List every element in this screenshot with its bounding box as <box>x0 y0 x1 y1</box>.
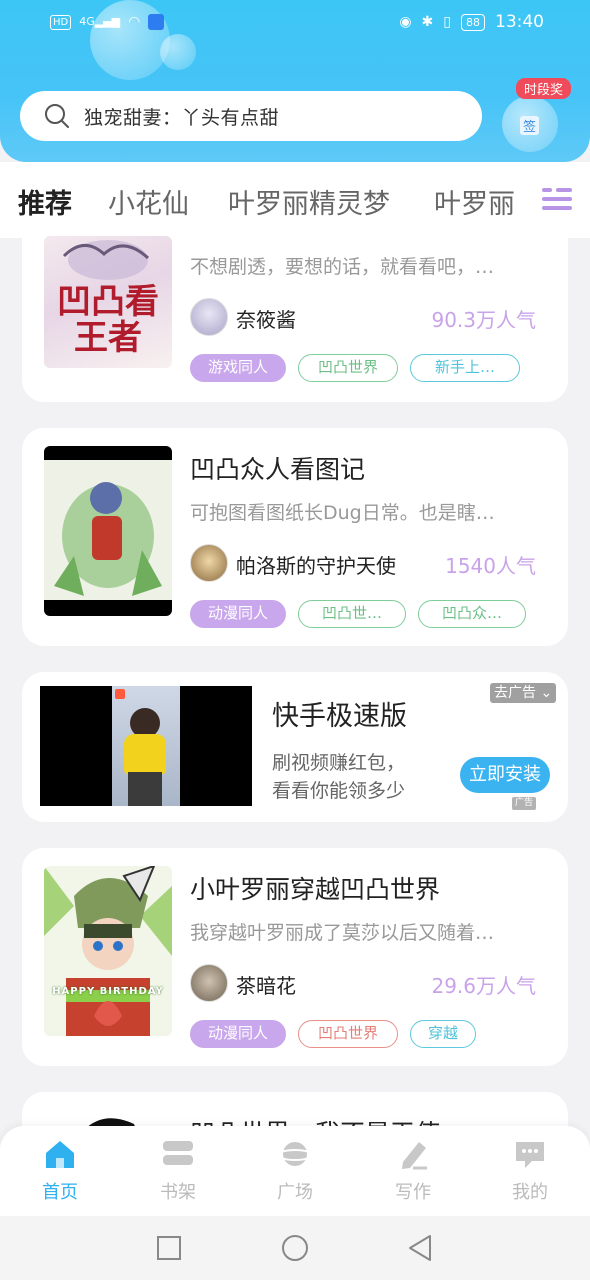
remove-ad-label: 去广告 <box>494 685 536 701</box>
header: HD 4G▂▄▆ ◠ ◉ ✱ ▯ 88 13:40 独宠甜妻：丫头有点甜 时段奖… <box>0 0 590 162</box>
status-left: HD 4G▂▄▆ ◠ <box>50 13 165 31</box>
nav-label: 广场 <box>277 1182 313 1203</box>
author-name: 帕洛斯的守护天使 <box>236 554 396 578</box>
book-card[interactable]: 凹凸众人看图记 可抱图看图纸长Dug日常。也是瞎… 帕洛斯的守护天使 1540人… <box>22 428 568 646</box>
battery-icon: 88 <box>461 13 485 31</box>
author-row: 茶暗花 29.6万人气 <box>190 964 536 1004</box>
system-navigation-bar <box>0 1216 590 1280</box>
nav-write[interactable]: 写作 <box>373 1136 453 1204</box>
author-name: 奈筱酱 <box>236 308 296 332</box>
back-icon[interactable] <box>407 1234 433 1262</box>
author-name: 茶暗花 <box>236 974 296 998</box>
nav-label: 首页 <box>42 1182 78 1203</box>
planet-icon <box>277 1142 313 1166</box>
search-icon <box>45 104 69 128</box>
nav-home[interactable]: 首页 <box>20 1136 100 1204</box>
ad-video[interactable] <box>40 686 252 806</box>
bluetooth-icon: ✱ <box>421 14 434 30</box>
tag[interactable]: 新手上… <box>410 354 520 382</box>
tag[interactable]: 动漫同人 <box>190 600 286 628</box>
ad-title: 快手极速版 <box>272 701 407 732</box>
author-row: 奈筱酱 90.3万人气 <box>190 298 536 338</box>
menu-icon[interactable] <box>542 186 572 212</box>
book-cover: HAPPY BIRTHDAY <box>44 866 172 1036</box>
chat-bubble-icon <box>516 1142 544 1168</box>
popularity-count: 90.3万人气 <box>431 308 536 332</box>
author-avatar <box>190 298 228 336</box>
nav-label: 我的 <box>512 1182 548 1203</box>
book-card[interactable]: 凹凸看王者 不想剧透，要想的话，就看看吧，… 奈筱酱 90.3万人气 游戏同人 … <box>22 216 568 402</box>
nav-mine[interactable]: 我的 <box>490 1136 570 1204</box>
bottom-navigation: 首页 书架 广场 写作 我的 <box>0 1126 590 1216</box>
install-button[interactable]: 立即安装 <box>460 757 550 793</box>
signin-label: 签 <box>520 116 540 135</box>
wifi-icon: ◠ <box>128 14 141 30</box>
tag[interactable]: 凹凸世界 <box>298 354 398 382</box>
menu-line <box>556 188 572 192</box>
bookshelf-icon <box>163 1141 193 1165</box>
cover-art <box>44 460 172 600</box>
tag[interactable]: 凹凸众… <box>418 600 526 628</box>
ad-app-icon <box>115 689 125 699</box>
popularity-count: 29.6万人气 <box>431 974 536 998</box>
nav-label: 书架 <box>160 1182 196 1203</box>
hd-badge: HD <box>50 14 72 30</box>
home-button-icon[interactable] <box>281 1234 309 1262</box>
ad-label: 广告 <box>512 797 537 810</box>
author-avatar <box>190 964 228 1002</box>
tag[interactable]: 动漫同人 <box>190 1020 286 1048</box>
search-placeholder: 独宠甜妻：丫头有点甜 <box>84 106 280 129</box>
cover-title: HAPPY BIRTHDAY <box>52 986 164 997</box>
eye-icon: ◉ <box>399 14 412 30</box>
nav-square[interactable]: 广场 <box>255 1136 335 1204</box>
book-description: 不想剧透，要想的话，就看看吧，… <box>190 256 495 278</box>
status-time: 13:40 <box>495 12 544 32</box>
tag[interactable]: 凹凸世界 <box>298 1020 398 1048</box>
cover-art <box>44 866 172 1036</box>
nav-bookshelf[interactable]: 书架 <box>138 1136 218 1204</box>
book-card[interactable]: HAPPY BIRTHDAY 小叶罗丽穿越凹凸世界 我穿越叶罗丽成了莫莎以后又随… <box>22 848 568 1066</box>
signin-reward[interactable]: 时段奖 签 <box>500 74 572 154</box>
nav-label: 写作 <box>395 1182 431 1203</box>
book-title: 小叶罗丽穿越凹凸世界 <box>190 875 441 904</box>
tag[interactable]: 穿越 <box>410 1020 476 1048</box>
book-cover <box>44 446 172 616</box>
pen-icon <box>402 1142 427 1170</box>
popularity-count: 1540人气 <box>445 554 536 578</box>
menu-line <box>542 188 552 192</box>
signin-badge: 时段奖 <box>516 78 572 99</box>
recents-icon[interactable] <box>157 1236 181 1260</box>
notification-app-icon <box>148 14 165 30</box>
remove-ad-button[interactable]: 去广告 ⌄ <box>490 683 557 703</box>
book-title: 凹凸众人看图记 <box>190 455 366 484</box>
book-cover: 凹凸看王者 <box>44 236 172 368</box>
ad-card[interactable]: 快手极速版 刷视频赚红包， 看看你能领多少 去广告 ⌄ 立即安装 广告 <box>22 672 568 822</box>
home-icon <box>46 1141 74 1168</box>
presenter-shirt <box>124 734 166 774</box>
signal-icon: 4G▂▄▆ <box>79 15 121 28</box>
tag[interactable]: 凹凸世… <box>298 600 406 628</box>
menu-line <box>542 197 572 201</box>
menu-line <box>542 206 572 210</box>
presenter-skirt <box>128 772 162 806</box>
book-description: 我穿越叶罗丽成了莫莎以后又随着… <box>190 922 495 944</box>
status-right: ◉ ✱ ▯ 88 13:40 <box>399 12 544 32</box>
search-bar[interactable]: 独宠甜妻：丫头有点甜 <box>20 91 482 141</box>
status-bar: HD 4G▂▄▆ ◠ ◉ ✱ ▯ 88 13:40 <box>0 0 590 46</box>
author-row: 帕洛斯的守护天使 1540人气 <box>190 544 536 584</box>
book-description: 可抱图看图纸长Dug日常。也是瞎… <box>190 502 495 524</box>
author-avatar <box>190 544 228 582</box>
cover-title: 凹凸看王者 <box>57 282 159 358</box>
ad-description: 看看你能领多少 <box>272 780 406 802</box>
ad-description: 刷视频赚红包， <box>272 752 406 774</box>
ad-video-frame <box>112 686 180 806</box>
network-type: 4G <box>79 15 95 28</box>
vibrate-icon: ▯ <box>443 14 451 30</box>
tag[interactable]: 游戏同人 <box>190 354 286 382</box>
